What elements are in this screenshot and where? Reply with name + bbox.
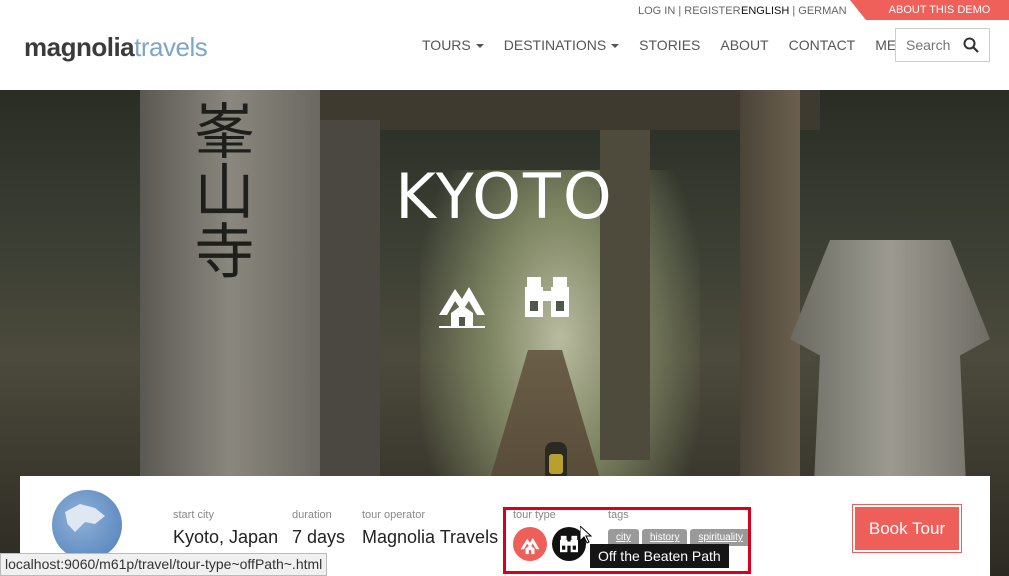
logo-part1: magnolia: [24, 32, 135, 62]
page-title: KYOTO: [395, 160, 614, 233]
nav-tours-label: TOURS: [422, 37, 471, 53]
nav-destinations[interactable]: DESTINATIONS: [503, 37, 620, 53]
duration-field: duration 7 days: [292, 509, 345, 548]
binoculars-icon[interactable]: [523, 275, 571, 334]
main-nav: TOURS DESTINATIONS STORIES ABOUT CONTACT…: [422, 37, 966, 53]
start-city-label: start city: [173, 509, 214, 521]
language-switcher: ENGLISH | GERMAN: [741, 5, 847, 17]
search-icon[interactable]: [963, 37, 979, 58]
tooltip: Off the Beaten Path: [590, 544, 729, 568]
tour-type-icons: [513, 527, 586, 561]
about-demo-ribbon[interactable]: ABOUT THIS DEMO: [850, 0, 1009, 20]
tour-type-field: tour type: [513, 509, 586, 561]
logo-part2: travels: [134, 32, 208, 62]
mouse-cursor-icon: [579, 524, 593, 549]
gate-post: [740, 90, 800, 490]
duration-value: 7 days: [292, 527, 346, 547]
browser-status-url: localhost:9060/m61p/travel/tour-type~off…: [0, 553, 328, 576]
book-tour-button[interactable]: Book Tour: [852, 504, 962, 553]
search-box: [895, 28, 990, 62]
nav-stories[interactable]: STORIES: [639, 37, 700, 53]
tour-type-label: tour type: [513, 509, 556, 521]
register-link[interactable]: REGISTER: [684, 5, 740, 17]
separator: |: [675, 5, 685, 17]
nav-tours[interactable]: TOURS: [422, 37, 484, 53]
nav-destinations-label: DESTINATIONS: [503, 37, 607, 53]
destination-globe-icon: [52, 490, 122, 560]
caret-down-icon: [611, 44, 620, 49]
caret-down-icon: [475, 44, 484, 49]
hero-tour-type-icons: [435, 275, 571, 334]
binoculars-icon: [560, 535, 578, 553]
nav-contact[interactable]: CONTACT: [789, 37, 856, 53]
lang-english[interactable]: ENGLISH: [741, 5, 789, 17]
tags-field: tags city history spirituality: [608, 509, 751, 546]
lang-german[interactable]: GERMAN: [798, 5, 846, 17]
operator-label: tour operator: [362, 509, 425, 521]
operator-value: Magnolia Travels: [362, 527, 499, 547]
search-input[interactable]: [896, 29, 956, 61]
tour-type-mountain-button[interactable]: [513, 527, 547, 561]
tags-label: tags: [608, 509, 629, 521]
house-mountain-icon[interactable]: [435, 275, 489, 334]
duration-label: duration: [292, 509, 332, 521]
nav-about[interactable]: ABOUT: [720, 37, 768, 53]
house-mountain-icon: [520, 537, 540, 555]
login-link[interactable]: LOG IN: [638, 5, 675, 17]
start-city-field: start city Kyoto, Japan: [173, 509, 278, 548]
login-register: LOG IN | REGISTER: [638, 5, 741, 17]
separator: |: [789, 5, 799, 17]
globe-land: [65, 504, 105, 532]
start-city-value: Kyoto, Japan: [173, 527, 279, 547]
site-logo[interactable]: magnoliatravels: [24, 32, 208, 63]
site-header: LOG IN | REGISTER ENGLISH | GERMAN ABOUT…: [0, 0, 1009, 90]
backpack: [549, 454, 563, 474]
operator-field: tour operator Magnolia Travels: [362, 509, 498, 548]
